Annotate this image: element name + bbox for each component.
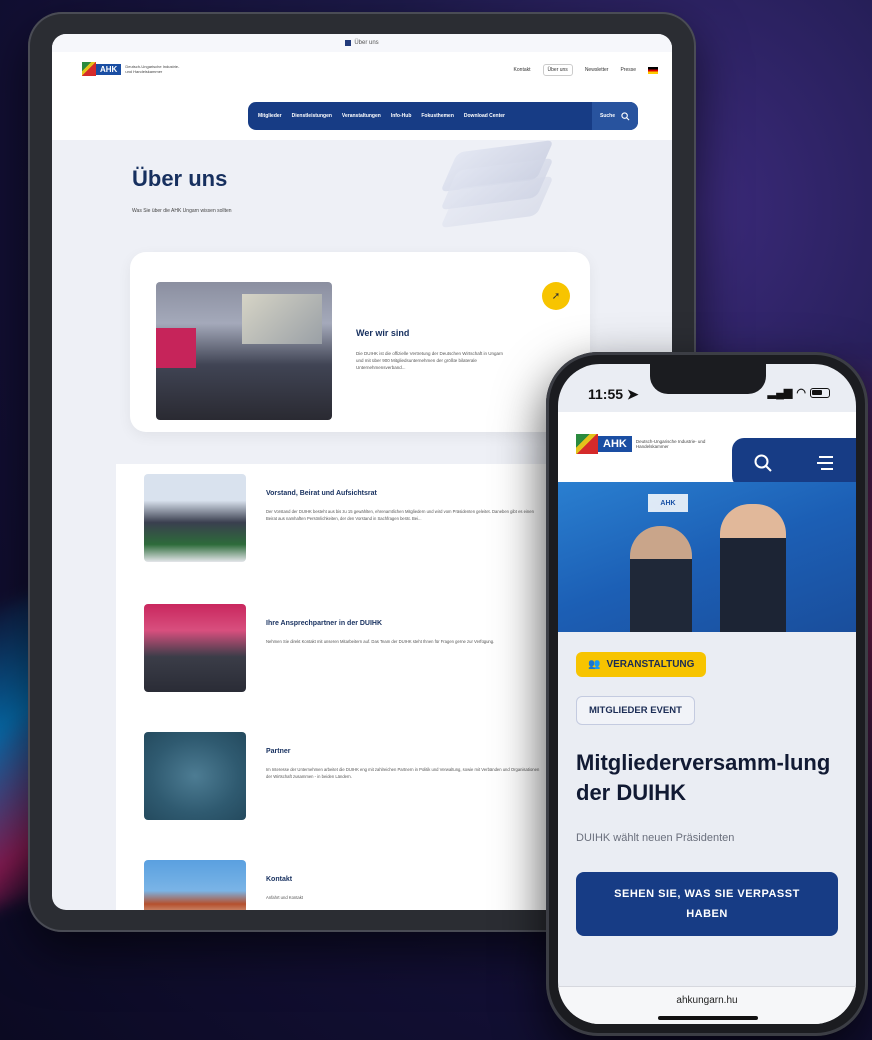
tablet-site-header: AHK Deutsch-Ungarische Industrie- und Ha… (52, 52, 672, 140)
battery-icon (810, 387, 830, 398)
nav-item-mitglieder[interactable]: Mitglieder (258, 113, 282, 119)
page-subtitle: Was Sie über die AHK Ungarn wissen sollt… (132, 208, 232, 214)
menu-icon[interactable] (815, 455, 835, 471)
ahk-logo[interactable]: AHK Deutsch-Ungarische Industrie- und Ha… (82, 62, 185, 76)
status-time: 11:55 ➤ (588, 386, 639, 402)
tablet-url-bar[interactable]: Über uns (52, 34, 672, 52)
nav-item-info-hub[interactable]: Info-Hub (391, 113, 412, 119)
photo-banner (156, 328, 196, 368)
conference-photo (156, 282, 332, 420)
hero-photo: AHK (558, 482, 856, 632)
card-text: Die DUIHK ist die offizielle Vertretung … (356, 351, 503, 370)
phone-notch (650, 364, 766, 394)
layers-illustration (432, 139, 554, 229)
search-icon[interactable] (753, 453, 773, 473)
list-item-text: Im Interesse der Unternehmen arbeitet di… (266, 767, 540, 779)
ahk-logo[interactable]: AHK Deutsch-Ungarische Industrie- und Ha… (576, 434, 706, 454)
home-indicator (658, 1016, 758, 1020)
nav-search[interactable]: Suche (591, 102, 638, 130)
search-icon (621, 111, 630, 120)
nav-item-veranstaltungen[interactable]: Veranstaltungen (342, 113, 381, 119)
list-item-text: Der Vorstand der DUIHK besteht aus bis z… (266, 509, 534, 521)
logo-subtext: Deutsch-Ungarische Industrie- und Handel… (635, 438, 706, 450)
list-item-title[interactable]: Kontakt (266, 876, 292, 883)
arrow-right-icon[interactable]: ➚ (542, 282, 570, 310)
main-nav: Mitglieder Dienstleistungen Veranstaltun… (248, 102, 638, 130)
top-link[interactable]: Presse (620, 67, 636, 73)
category-badge[interactable]: 👥 VERANSTALTUNG (576, 652, 707, 677)
top-link-active[interactable]: Über uns (542, 64, 573, 76)
signal-icon: ▂▄▆ (767, 387, 793, 399)
board-photo (144, 474, 246, 562)
german-flag-icon[interactable] (648, 66, 658, 74)
search-label: Suche (599, 113, 615, 119)
ahk-logo-text: AHK (598, 436, 632, 452)
top-link[interactable]: Kontakt (514, 67, 531, 73)
top-links: Kontakt Über uns Newsletter Presse (514, 64, 658, 76)
phone-header-actions (732, 438, 856, 488)
status-icons: ▂▄▆ ◠ (768, 386, 830, 399)
nav-item-dienstleistungen[interactable]: Dienstleistungen (292, 113, 332, 119)
list-item-title[interactable]: Vorstand, Beirat und Aufsichtsrat (266, 490, 377, 497)
type-badge[interactable]: MITGLIEDER EVENT (576, 696, 695, 725)
team-photo (144, 604, 246, 692)
flag-logo-icon (576, 434, 598, 454)
wifi-icon: ◠ (796, 387, 806, 399)
cta-button[interactable]: SEHEN SIE, WAS SIE VERPASST HABEN (576, 872, 838, 936)
page-title: Über uns (132, 166, 228, 191)
rowing-photo (144, 732, 246, 820)
nav-item-fokusthemen[interactable]: Fokusthemen (421, 113, 454, 119)
top-link[interactable]: Newsletter (585, 67, 609, 73)
list-item-text: Anfahrt und Kontakt (266, 895, 304, 900)
phone-device: 11:55 ➤ ▂▄▆ ◠ AHK Deutsch-Ungarische Ind… (546, 352, 868, 1036)
lock-icon (345, 40, 352, 46)
tablet-url-text: Über uns (354, 40, 379, 46)
phone-url-text: ahkungarn.hu (676, 995, 738, 1006)
card-title[interactable]: Wer wir sind (356, 328, 409, 338)
building-photo (144, 860, 246, 910)
logo-subtext: Deutsch-Ungarische Industrie- und Handel… (125, 64, 180, 74)
photo-screen (242, 294, 322, 344)
list-item-title[interactable]: Ihre Ansprechpartner in der DUIHK (266, 620, 382, 627)
flag-logo-icon (82, 62, 96, 76)
phone-screen: 11:55 ➤ ▂▄▆ ◠ AHK Deutsch-Ungarische Ind… (558, 364, 856, 1024)
about-card[interactable]: ➚ Wer wir sind Die DUIHK ist die offizie… (130, 252, 590, 432)
list-item-text: Nehmen Sie direkt Kontakt mit unseren Mi… (266, 639, 495, 644)
nav-item-download-center[interactable]: Download Center (464, 113, 505, 119)
event-title: Mitgliederversamm-lung der DUIHK (576, 750, 831, 805)
category-badge-label: VERANSTALTUNG (606, 659, 695, 670)
list-item-title[interactable]: Partner (266, 748, 291, 755)
phone-url-bar[interactable]: ahkungarn.hu (558, 986, 856, 1024)
hero-banner: AHK (648, 494, 688, 512)
users-icon: 👥 (588, 659, 601, 670)
person-figure (720, 504, 786, 632)
event-subtitle: DUIHK wählt neuen Präsidenten (576, 832, 735, 844)
ahk-logo-text: AHK (96, 63, 122, 75)
person-figure (630, 526, 692, 632)
